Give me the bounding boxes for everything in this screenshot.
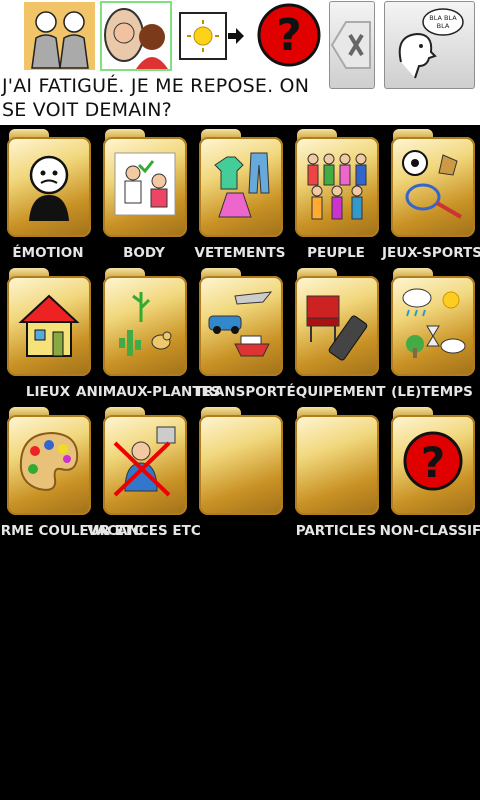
folder-icon (391, 129, 475, 237)
mirror-icon[interactable] (100, 1, 172, 71)
category-tile[interactable] (192, 403, 288, 542)
speak-icon: BLA BLA BLA (398, 8, 464, 79)
body-icon (111, 143, 179, 223)
category-tile[interactable]: PEUPLE (288, 125, 384, 264)
emotion-icon (15, 143, 83, 223)
folder-icon (7, 129, 91, 237)
category-tile[interactable]: PARTICLES (288, 403, 384, 542)
category-tile[interactable]: ? NON-CLASSIF. (380, 403, 480, 542)
category-label: NON-CLASSIF. (379, 523, 480, 539)
folder-blank-icon (207, 421, 275, 501)
category-tile[interactable]: ÉMOTION (0, 125, 96, 264)
transport-icon (207, 282, 275, 362)
folder-icon (295, 129, 379, 237)
folder-icon (7, 407, 91, 515)
folder-icon (199, 407, 283, 515)
category-label: (LE)TEMPS (391, 384, 473, 400)
question-icon: ? (399, 421, 467, 501)
house-icon (15, 282, 83, 362)
folder-icon (103, 268, 187, 376)
svg-text:?: ? (421, 438, 445, 487)
folder-icon (199, 129, 283, 237)
category-tile[interactable]: VACANCES ETC (87, 403, 201, 542)
folder-icon (103, 129, 187, 237)
people-icon (303, 143, 371, 223)
sun-arrow-icon[interactable] (178, 8, 246, 66)
speak-button[interactable]: BLA BLA BLA (384, 1, 475, 89)
palette-icon (15, 421, 83, 501)
particles-icon (303, 421, 371, 501)
sentence-display: J'AI FATIGUÉ. JE ME REPOSE. ON SE VOIT D… (2, 75, 310, 121)
folder-icon (7, 268, 91, 376)
two-people-icon[interactable] (24, 2, 95, 70)
category-tile[interactable]: LIEUX (0, 264, 96, 403)
category-tile[interactable]: VETEMENTS (192, 125, 288, 264)
backspace-button[interactable] (329, 1, 375, 89)
folder-icon (199, 268, 283, 376)
category-tile[interactable]: TRANSPORT (192, 264, 288, 403)
top-bar: ? BLA BLA BLA J'AI FATIGUÉ. JE ME REPOSE… (0, 0, 480, 125)
folder-icon (391, 268, 475, 376)
equipment-icon (303, 282, 371, 362)
folder-icon (103, 407, 187, 515)
folder-icon: ? (391, 407, 475, 515)
svg-text:BLA: BLA (437, 22, 450, 30)
category-tile[interactable]: ÉQUIPEMENT (287, 264, 385, 403)
category-tile[interactable]: (LE)TEMPS (384, 264, 480, 403)
sports-icon (399, 143, 467, 223)
speak-bubble-text: BLA BLA (429, 14, 457, 22)
question-icon[interactable]: ? (256, 3, 322, 67)
clothes-icon (207, 143, 275, 223)
vacation-icon (111, 421, 179, 501)
folder-icon (295, 268, 379, 376)
category-tile[interactable]: ANIMAUX-PLANTES (76, 264, 221, 403)
plant-icon (111, 282, 179, 362)
category-tile[interactable]: FORME COULEUR ETC (0, 403, 143, 542)
category-label: JEUX-SPORTS (382, 245, 480, 261)
svg-text:?: ? (276, 10, 302, 61)
backspace-icon (330, 21, 371, 69)
folder-icon (295, 407, 379, 515)
weather-icon (399, 282, 467, 362)
category-tile[interactable]: BODY (96, 125, 192, 264)
category-tile[interactable]: JEUX-SPORTS (382, 125, 480, 264)
